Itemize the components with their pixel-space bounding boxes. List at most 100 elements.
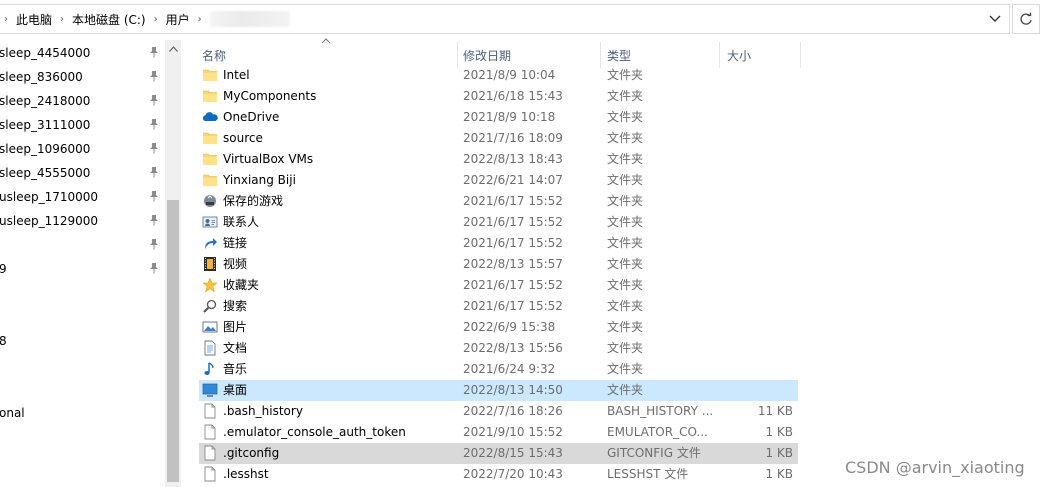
nav-scrollbar[interactable] xyxy=(165,40,181,487)
file-type: 文件夹 xyxy=(607,278,644,292)
address-history-dropdown[interactable] xyxy=(981,5,1009,33)
nav-item[interactable]: usleep_1129000 xyxy=(0,209,165,233)
file-row[interactable]: 图片 2022/6/9 15:38 文件夹 xyxy=(199,317,798,338)
file-name: OneDrive xyxy=(223,110,280,124)
file-modified-date: 2021/6/24 9:32 xyxy=(463,362,556,376)
file-type: 文件夹 xyxy=(607,341,644,355)
nav-item[interactable]: sleep_4454000 xyxy=(0,41,165,65)
file-size xyxy=(729,275,793,296)
file-row[interactable]: 视频 2022/8/13 15:57 文件夹 xyxy=(199,254,798,275)
file-type: 文件夹 xyxy=(607,383,644,397)
address-bar[interactable]: › 此电脑 › 本地磁盘 (C:) › 用户 › xyxy=(0,4,1010,34)
file-row[interactable]: 收藏夹 2021/6/17 15:52 文件夹 xyxy=(199,275,798,296)
breadcrumb-drive-c[interactable]: 本地磁盘 (C:) xyxy=(68,11,150,28)
breadcrumb-users[interactable]: 用户 xyxy=(162,11,194,28)
file-name: 文档 xyxy=(223,341,248,355)
onedrive-icon xyxy=(202,109,218,126)
nav-item[interactable]: sleep_1096000 xyxy=(0,137,165,161)
column-header-size[interactable]: 大小 xyxy=(727,44,797,66)
file-size xyxy=(729,107,793,128)
file-modified-date: 2021/7/16 18:09 xyxy=(463,131,563,145)
file-size xyxy=(729,86,793,107)
refresh-button[interactable] xyxy=(1012,4,1040,34)
file-name: Yinxiang Biji xyxy=(223,173,296,187)
file-size xyxy=(729,338,793,359)
pin-icon[interactable] xyxy=(148,46,162,60)
file-modified-date: 2022/7/16 18:26 xyxy=(463,404,563,418)
file-row[interactable]: source 2021/7/16 18:09 文件夹 xyxy=(199,128,798,149)
file-row[interactable]: 音乐 2021/6/24 9:32 文件夹 xyxy=(199,359,798,380)
nav-item[interactable] xyxy=(0,233,165,257)
nav-item[interactable] xyxy=(0,281,165,305)
column-divider[interactable] xyxy=(800,42,801,68)
pin-icon[interactable] xyxy=(148,166,162,180)
file-row[interactable]: .gitconfig 2022/8/15 15:43 GITCONFIG 文件 1 K… xyxy=(199,443,798,464)
file-row[interactable]: 保存的游戏 2021/6/17 15:52 文件夹 xyxy=(199,191,798,212)
file-row[interactable]: OneDrive 2021/8/9 10:18 文件夹 xyxy=(199,107,798,128)
file-size xyxy=(729,233,793,254)
nav-item[interactable] xyxy=(0,305,165,329)
file-row[interactable]: Yinxiang Biji 2022/6/21 14:07 文件夹 xyxy=(199,170,798,191)
chevron-right-icon[interactable]: › xyxy=(56,14,68,25)
nav-item[interactable]: sleep_2418000 xyxy=(0,89,165,113)
file-type: LESSHST 文件 xyxy=(607,467,689,481)
file-row[interactable]: 链接 2021/6/17 15:52 文件夹 xyxy=(199,233,798,254)
file-row[interactable]: .emulator_console_auth_token 2021/9/10 15… xyxy=(199,422,798,443)
chevron-right-icon[interactable]: › xyxy=(150,14,162,25)
pin-icon[interactable] xyxy=(148,262,162,276)
pin-icon[interactable] xyxy=(148,142,162,156)
file-row[interactable]: 联系人 2021/6/17 15:52 文件夹 xyxy=(199,212,798,233)
file-name: .lesshst xyxy=(223,467,269,481)
pin-icon[interactable] xyxy=(148,238,162,252)
scroll-up-button[interactable] xyxy=(165,40,181,58)
nav-item[interactable]: onal xyxy=(0,401,165,425)
file-type: 文件夹 xyxy=(607,131,644,145)
file-name: VirtualBox VMs xyxy=(223,152,314,166)
folder-icon xyxy=(202,151,218,168)
file-row[interactable]: Intel 2021/8/9 10:04 文件夹 xyxy=(199,65,798,86)
refresh-icon xyxy=(1020,12,1032,25)
breadcrumb-this-pc[interactable]: 此电脑 xyxy=(12,11,56,28)
scrollbar-thumb[interactable] xyxy=(167,200,179,482)
nav-item-label: 8 xyxy=(0,334,7,348)
file-type: 文件夹 xyxy=(607,236,644,250)
chevron-right-icon[interactable]: › xyxy=(194,14,206,25)
nav-item[interactable]: sleep_836000 xyxy=(0,65,165,89)
file-type: 文件夹 xyxy=(607,89,644,103)
file-type: 文件夹 xyxy=(607,110,644,124)
contacts-icon xyxy=(202,214,218,231)
file-modified-date: 2022/6/21 14:07 xyxy=(463,173,563,187)
column-header-name[interactable]: 名称 xyxy=(202,44,457,66)
pin-icon[interactable] xyxy=(148,94,162,108)
file-row[interactable]: VirtualBox VMs 2022/8/13 18:43 文件夹 xyxy=(199,149,798,170)
column-header-type[interactable]: 类型 xyxy=(607,44,717,66)
file-name: 搜索 xyxy=(223,299,248,313)
links-icon xyxy=(202,235,218,252)
nav-item[interactable]: 8 xyxy=(0,329,165,353)
file-icon xyxy=(202,424,218,441)
file-row[interactable]: 搜索 2021/6/17 15:52 文件夹 xyxy=(199,296,798,317)
file-type: 文件夹 xyxy=(607,215,644,229)
file-row[interactable]: .lesshst 2022/7/20 10:43 LESSHST 文件 1 KB xyxy=(199,464,798,485)
file-row[interactable]: 桌面 2022/8/13 14:50 文件夹 xyxy=(199,380,798,401)
nav-item[interactable] xyxy=(0,377,165,401)
file-modified-date: 2022/8/13 15:57 xyxy=(463,257,563,271)
file-modified-date: 2022/8/13 14:50 xyxy=(463,383,563,397)
nav-item[interactable]: 9 xyxy=(0,257,165,281)
pin-icon[interactable] xyxy=(148,70,162,84)
pin-icon[interactable] xyxy=(148,118,162,132)
nav-item[interactable]: sleep_3111000 xyxy=(0,113,165,137)
file-name: 视频 xyxy=(223,257,248,271)
file-row[interactable]: 文档 2022/8/13 15:56 文件夹 xyxy=(199,338,798,359)
nav-item[interactable] xyxy=(0,353,165,377)
column-header-date[interactable]: 修改日期 xyxy=(463,44,598,66)
file-row[interactable]: MyComponents 2021/6/18 15:43 文件夹 xyxy=(199,86,798,107)
pin-icon[interactable] xyxy=(148,214,162,228)
file-row[interactable]: .bash_history 2022/7/16 18:26 BASH_HISTORY… xyxy=(199,401,798,422)
pin-icon[interactable] xyxy=(148,190,162,204)
file-type: EMULATOR_CO... xyxy=(607,425,708,439)
nav-item[interactable]: sleep_4555000 xyxy=(0,161,165,185)
nav-item[interactable]: usleep_1710000 xyxy=(0,185,165,209)
navigation-pane[interactable]: sleep_4454000 sleep_836000 sleep_2418000 sl… xyxy=(0,40,165,487)
file-type: 文件夹 xyxy=(607,194,644,208)
